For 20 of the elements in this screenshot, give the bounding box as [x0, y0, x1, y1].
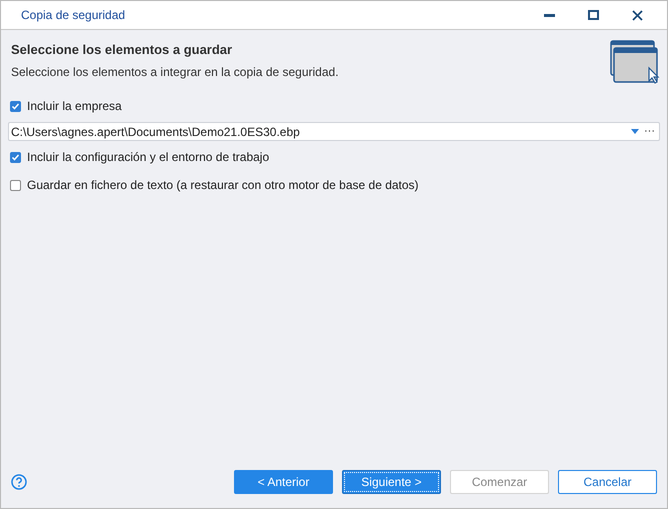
checkbox-label: Incluir la configuración y el entorno de trabajo	[27, 149, 270, 166]
dialog-button[interactable]: < Anterior	[234, 470, 333, 494]
maximize-icon	[588, 10, 598, 20]
window-title: Copia de seguridad	[21, 7, 126, 24]
checkbox[interactable]	[10, 152, 21, 162]
checkbox[interactable]	[10, 180, 21, 190]
browse-button[interactable]: ···	[644, 126, 655, 137]
checkbox[interactable]	[10, 100, 21, 112]
dialog-button[interactable]: Cancelar	[558, 470, 657, 494]
dialog-button[interactable]: Siguiente >	[342, 470, 441, 494]
windows-cursor-icon	[609, 40, 661, 86]
close-icon	[632, 10, 642, 20]
checkbox-label: Guardar en fichero de texto (a restaurar con otro motor de base de datos)	[27, 177, 419, 194]
checkbox-label: Incluir la empresa	[27, 98, 122, 115]
header-subtitle: Seleccione los elementos a integrar en la copia de seguridad.	[11, 64, 340, 80]
minimize-icon	[544, 14, 554, 16]
header-title: Seleccione los elementos a guardar	[11, 41, 234, 59]
help-icon[interactable]	[11, 474, 27, 490]
dropdown-icon[interactable]	[631, 129, 639, 134]
path-field[interactable]: C:\Users\agnes.apert\Documents\Demo21.0ES30.ebp ···	[8, 122, 660, 141]
